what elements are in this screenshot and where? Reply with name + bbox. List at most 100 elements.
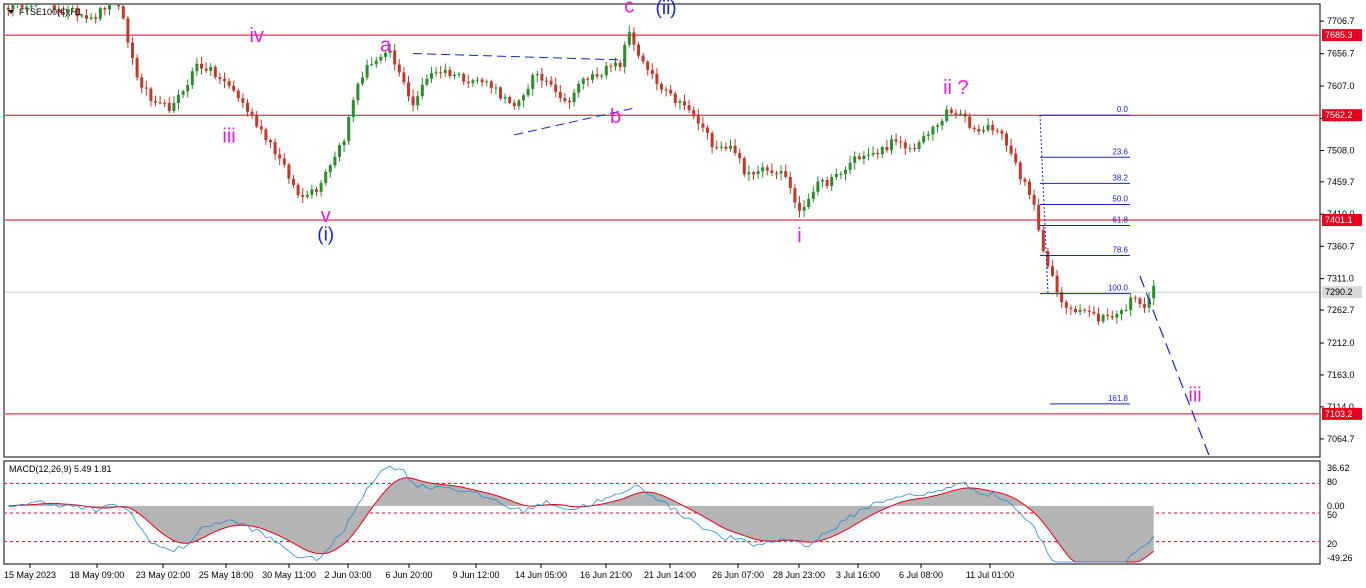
candle-body: [890, 139, 893, 151]
candle-body: [181, 91, 185, 95]
candle-body: [209, 67, 213, 71]
candle-body: [227, 81, 231, 86]
candle-body: [223, 78, 226, 82]
time-tick-label: 18 May 09:00: [70, 570, 125, 580]
candle-body: [1014, 153, 1018, 163]
time-axis: 15 May 2023 18 May 09:00 23 May 02:00 25 Ma…: [4, 564, 1014, 580]
macd-label: MACD(12,26,9) 5.49 1.81: [9, 464, 112, 474]
candle-body: [250, 111, 254, 115]
candle-body: [190, 71, 194, 86]
candle-body: [117, 5, 121, 7]
candle-body: [324, 171, 328, 183]
candle-body: [48, 0, 51, 3]
candle-body: [563, 98, 567, 101]
candle-body: [489, 81, 493, 88]
candle-body: [1055, 275, 1059, 293]
candle-body: [673, 93, 677, 103]
candle-body: [765, 167, 769, 171]
candle-body: [471, 80, 475, 84]
candle-body: [241, 98, 245, 103]
candle-body: [1005, 133, 1008, 146]
candle-body: [186, 85, 190, 92]
candle-body: [747, 172, 751, 175]
candle-body: [710, 132, 714, 148]
candle-body: [448, 69, 452, 77]
price-level-tag-label: 7290.2: [1325, 287, 1353, 297]
candle-body: [908, 147, 912, 149]
time-tick-label: 25 May 18:00: [199, 570, 254, 580]
candle-body: [775, 172, 778, 174]
candle-body: [517, 100, 521, 107]
candle-body: [655, 74, 659, 84]
candle-body: [669, 89, 673, 94]
candle-body: [443, 69, 447, 73]
candle-body: [246, 102, 249, 112]
candle-body: [572, 92, 576, 103]
candle-body: [365, 64, 369, 78]
candle-body: [16, 0, 19, 2]
candle-body: [600, 75, 604, 77]
candle-body: [522, 95, 525, 101]
candle-body: [361, 77, 364, 84]
candle-body: [788, 176, 792, 188]
candle-body: [917, 142, 921, 150]
candle-body: [1124, 310, 1128, 312]
candle-body: [301, 195, 305, 197]
candle-body: [991, 125, 995, 131]
price-level-tag-label: 7103.2: [1325, 409, 1353, 419]
time-tick-label: 6 Jun 20:00: [385, 570, 432, 580]
candle-body: [1120, 310, 1123, 314]
candle-body: [678, 101, 682, 103]
candle-body: [857, 156, 861, 159]
candle-body: [1064, 302, 1068, 308]
price-tick-label: 7459.7: [1327, 177, 1355, 187]
candle-body: [370, 64, 374, 66]
candle-body: [416, 96, 420, 106]
candle-body: [862, 155, 866, 159]
price-tick-label: 7508.0: [1327, 145, 1355, 155]
candle-body: [103, 8, 107, 10]
candle-body: [779, 171, 783, 174]
candle-body: [761, 167, 765, 172]
candle-body: [374, 60, 378, 65]
wave-label: i: [797, 225, 801, 247]
price-axis: 7706.77656.77607.07557.07508.07459.77410…: [1320, 16, 1362, 444]
candle-body: [660, 83, 663, 90]
candle-body: [439, 72, 443, 74]
candle-body: [618, 62, 622, 68]
candle-body: [1069, 307, 1073, 309]
candle-body: [811, 191, 815, 199]
time-tick-label: 26 Jun 07:00: [712, 570, 764, 580]
macd-tick-label: 20: [1327, 539, 1337, 549]
candle-body: [402, 72, 406, 83]
candle-body: [338, 145, 341, 157]
candle-body: [296, 184, 300, 196]
candle-body: [393, 50, 397, 65]
candle-body: [715, 147, 719, 149]
candle-body: [936, 125, 939, 127]
fib-level-label: 23.6: [1112, 147, 1128, 156]
candle-body: [830, 177, 834, 187]
fib-level-label: 38.2: [1112, 173, 1128, 182]
candle-body: [982, 130, 985, 132]
candle-body: [232, 85, 236, 91]
candle-body: [407, 82, 410, 97]
candle-body: [595, 74, 599, 77]
candle-body: [397, 64, 401, 73]
candle-body: [591, 74, 594, 80]
candle-body: [581, 78, 585, 84]
candle-body: [756, 171, 760, 175]
candle-body: [503, 97, 507, 99]
candle-body: [885, 147, 889, 151]
candle-body: [945, 109, 949, 121]
candle-body: [839, 173, 843, 175]
candle-body: [195, 63, 199, 72]
candle-body: [278, 154, 282, 159]
candle-body: [259, 126, 263, 130]
candle-body: [356, 83, 360, 101]
candle-body: [926, 134, 930, 136]
candle-body: [1106, 315, 1110, 317]
candle-body: [614, 62, 617, 67]
candle-body: [149, 88, 153, 102]
candle-body: [632, 32, 636, 45]
